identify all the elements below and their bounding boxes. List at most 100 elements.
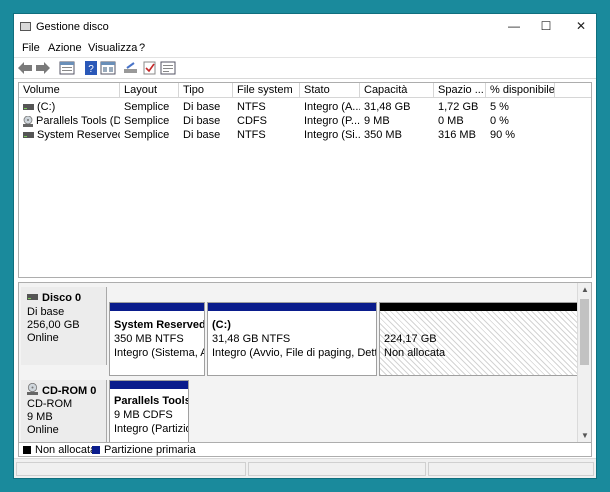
status-segment	[248, 462, 426, 476]
disk-management-window: Gestione disco — ☐ ✕ File Azione Visuali…	[13, 13, 597, 479]
cd-drive-icon	[23, 115, 33, 127]
legend-swatch-unallocated	[23, 446, 31, 454]
column-header-layout[interactable]: Layout	[120, 83, 179, 98]
legend: Non allocata Partizione primaria	[18, 443, 592, 457]
disk-0-label[interactable]: Disco 0 Di base 256,00 GB Online	[21, 287, 107, 365]
status-bar	[14, 458, 596, 478]
status-segment	[16, 462, 246, 476]
column-header-spacer	[555, 83, 591, 98]
disk-list-icon[interactable]	[59, 61, 75, 75]
layout-cell: Semplice	[124, 115, 170, 127]
volume-name: (C:)	[37, 101, 56, 113]
partition-system-reserved[interactable]: System Reserved 350 MB NTFS Integro (Sis…	[109, 302, 205, 376]
scroll-down-icon[interactable]: ▼	[581, 431, 589, 440]
maximize-button[interactable]: ☐	[537, 18, 555, 34]
disk-pane-scrollbar[interactable]: ▲ ▼	[577, 283, 591, 442]
legend-label-primary: Partizione primaria	[104, 444, 196, 456]
unallocated-size: 224,17 GB	[384, 333, 437, 345]
table-row[interactable]: System Reserved Semplice Di base NTFS In…	[19, 128, 591, 142]
status-segment	[428, 462, 594, 476]
layout-cell: Semplice	[124, 129, 170, 141]
svg-text:?: ?	[88, 64, 94, 75]
stato-cell: Integro (Si...	[304, 129, 360, 141]
volume-cell: (C:)	[19, 100, 120, 114]
partition-status: Integro (Avvio, File di paging, Dettagli	[212, 347, 377, 359]
volume-name: Parallels Tools (D:)	[36, 115, 120, 127]
scroll-up-icon[interactable]: ▲	[581, 285, 589, 294]
disk-type: CD-ROM	[27, 398, 73, 410]
disk-status: Online	[27, 424, 59, 436]
table-row[interactable]: (C:) Semplice Di base NTFS Integro (A...…	[19, 100, 591, 114]
legend-swatch-primary	[92, 446, 100, 454]
menu-azione[interactable]: Azione	[48, 42, 82, 54]
back-arrow-icon[interactable]	[17, 61, 33, 75]
disponibile-cell: 0 %	[490, 115, 509, 127]
partition-parallels-tools[interactable]: Parallels Tools 9 MB CDFS Integro (Parti…	[109, 380, 189, 442]
partition-size: 350 MB NTFS	[114, 333, 184, 345]
partition-c[interactable]: (C:) 31,48 GB NTFS Integro (Avvio, File …	[207, 302, 377, 376]
minimize-button[interactable]: —	[505, 18, 523, 34]
settings-icon[interactable]	[160, 61, 176, 75]
menu-visualizza[interactable]: Visualizza	[88, 42, 137, 54]
properties-icon[interactable]	[100, 61, 116, 75]
window-title: Gestione disco	[36, 21, 109, 33]
menu-bar: File Azione Visualizza ?	[14, 40, 596, 57]
capacita-cell: 9 MB	[364, 115, 390, 127]
help-icon[interactable]: ?	[83, 61, 99, 75]
title-bar[interactable]: Gestione disco — ☐ ✕	[14, 14, 596, 40]
partition-size: 31,48 GB NTFS	[212, 333, 291, 345]
drive-icon	[23, 132, 34, 139]
menu-help[interactable]: ?	[139, 42, 145, 54]
cdrom-0-label[interactable]: CD-ROM 0 CD-ROM 9 MB Online	[21, 380, 107, 442]
disk-status: Online	[27, 332, 59, 344]
primary-partition-bar	[208, 303, 376, 311]
partition-title: (C:)	[212, 319, 231, 331]
capacita-cell: 350 MB	[364, 129, 402, 141]
unallocated-space[interactable]: 224,17 GB Non allocata	[379, 302, 581, 376]
partition-title: System Reserved	[114, 319, 205, 331]
spazio-cell: 1,72 GB	[438, 101, 479, 113]
column-header-spazio[interactable]: Spazio ...	[434, 83, 486, 98]
legend-label-unallocated: Non allocata	[35, 444, 97, 456]
stato-cell: Integro (P...	[304, 115, 360, 127]
volume-name: System Reserved	[37, 129, 120, 141]
volume-cell: System Reserved	[19, 128, 120, 142]
checklist-icon[interactable]	[142, 61, 158, 75]
tipo-cell: Di base	[183, 129, 221, 141]
unallocated-bar	[380, 303, 580, 311]
layout-cell: Semplice	[124, 101, 170, 113]
column-header-volume[interactable]: Volume	[19, 83, 120, 98]
connect-drive-icon[interactable]	[123, 61, 139, 75]
column-header-file-system[interactable]: File system	[233, 83, 300, 98]
tipo-cell: Di base	[183, 115, 221, 127]
close-button[interactable]: ✕	[572, 18, 590, 34]
column-header-tipo[interactable]: Tipo	[179, 83, 233, 98]
column-header-disponibile[interactable]: % disponibile	[486, 83, 555, 98]
partition-title: Parallels Tools	[114, 395, 189, 407]
disk-map-pane: Disco 0 Di base 256,00 GB Online System …	[18, 282, 592, 443]
forward-arrow-icon[interactable]	[35, 61, 51, 75]
tipo-cell: Di base	[183, 101, 221, 113]
primary-partition-bar	[110, 303, 204, 311]
spazio-cell: 316 MB	[438, 129, 476, 141]
column-header-stato[interactable]: Stato	[300, 83, 360, 98]
stato-cell: Integro (A...	[304, 101, 360, 113]
unallocated-status: Non allocata	[384, 347, 446, 359]
disk-type: Di base	[27, 306, 65, 318]
disk-name: Disco 0	[42, 292, 82, 304]
file-system-cell: NTFS	[237, 129, 266, 141]
column-header-capacita[interactable]: Capacità	[360, 83, 434, 98]
volume-list: Volume Layout Tipo File system Stato Cap…	[18, 82, 592, 278]
primary-partition-bar	[110, 381, 188, 389]
file-system-cell: NTFS	[237, 101, 266, 113]
menu-file[interactable]: File	[22, 42, 40, 54]
table-row[interactable]: Parallels Tools (D:) Semplice Di base CD…	[19, 114, 591, 128]
drive-icon	[23, 104, 34, 111]
partition-size: 9 MB CDFS	[114, 409, 173, 421]
disk-size: 256,00 GB	[27, 319, 80, 331]
partition-status: Integro (Sistema, Att	[114, 347, 205, 359]
disk-size: 9 MB	[27, 411, 53, 423]
file-system-cell: CDFS	[237, 115, 267, 127]
disk-name: CD-ROM 0	[42, 385, 97, 397]
scrollbar-thumb[interactable]	[580, 299, 589, 365]
